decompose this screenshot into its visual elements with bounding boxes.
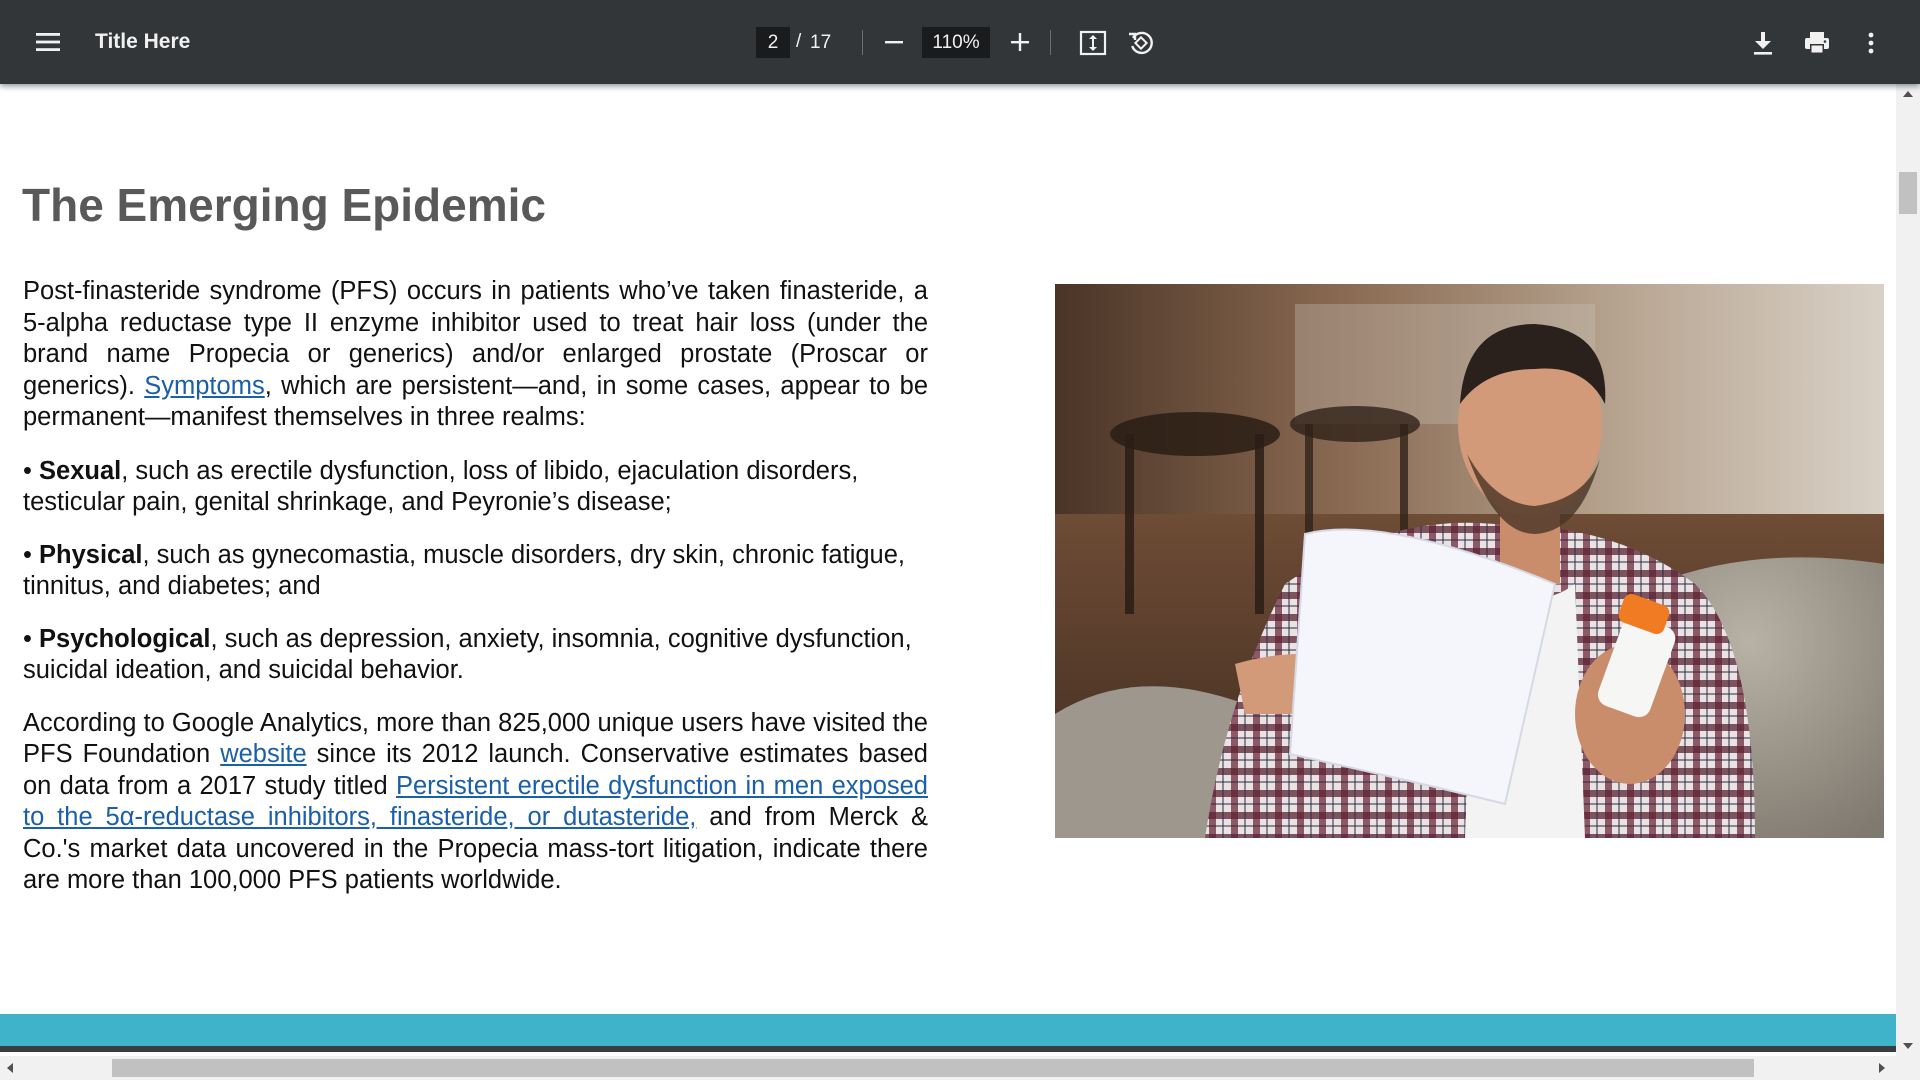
toolbar-divider: [1050, 30, 1051, 55]
symptoms-link[interactable]: Symptoms: [144, 372, 264, 400]
bullet-text: , such as gynecomastia, muscle disorders…: [23, 540, 905, 601]
page-heading: The Emerging Epidemic: [22, 179, 546, 231]
menu-button[interactable]: [28, 22, 68, 62]
website-link[interactable]: website: [220, 740, 306, 768]
toolbar-divider: [862, 30, 863, 55]
closing-paragraph: According to Google Analytics, more than…: [23, 708, 928, 897]
scroll-right-icon: [1879, 1063, 1885, 1073]
more-options-button[interactable]: [1852, 24, 1890, 62]
scroll-up-icon: [1903, 91, 1913, 97]
download-icon: [1754, 32, 1772, 55]
page-separator: /: [796, 31, 802, 52]
bullet-term: Psychological: [39, 624, 211, 653]
fit-to-page-icon: [1079, 30, 1107, 56]
zoom-in-icon: [1011, 33, 1029, 51]
page-edge: [0, 1046, 1896, 1052]
scroll-down-icon: [1903, 1043, 1913, 1049]
bullet-marker: •: [23, 540, 40, 569]
scroll-down-button[interactable]: [1896, 1036, 1920, 1056]
zoom-in-button[interactable]: [1002, 24, 1038, 60]
man-reading-document-photo: [1055, 284, 1884, 838]
photo-illustration: [1055, 284, 1884, 838]
page-total: 17: [810, 32, 832, 53]
rotate-icon: [1129, 31, 1153, 55]
list-item: • Psychological, such as depression, anx…: [23, 624, 928, 687]
zoom-out-button[interactable]: [876, 24, 912, 60]
bullet-term: Physical: [39, 540, 143, 569]
bullet-term: Sexual: [39, 456, 122, 485]
bullet-text: , such as erectile dysfunction, loss of …: [23, 456, 859, 517]
page-number-input[interactable]: [756, 27, 790, 58]
bullet-marker: •: [23, 624, 40, 653]
vertical-scrollbar[interactable]: [1896, 84, 1920, 1056]
bullet-marker: •: [23, 456, 40, 485]
list-item: • Sexual, such as erectile dysfunction, …: [23, 456, 928, 519]
zoom-level-input[interactable]: [922, 27, 990, 58]
list-item: • Physical, such as gynecomastia, muscle…: [23, 540, 928, 603]
scroll-up-button[interactable]: [1896, 84, 1920, 104]
intro-paragraph: Post-finasteride syndrome (PFS) occurs i…: [23, 276, 928, 434]
fit-to-page-button[interactable]: [1074, 24, 1112, 62]
scroll-left-icon: [7, 1063, 13, 1073]
pdf-page-view: The Emerging Epidemic Post-finasteride s…: [0, 84, 1896, 1056]
download-button[interactable]: [1744, 24, 1782, 62]
menu-icon: [36, 33, 60, 51]
horizontal-scrollbar[interactable]: [0, 1056, 1920, 1080]
print-button[interactable]: [1798, 24, 1836, 62]
scroll-right-button[interactable]: [1872, 1056, 1892, 1080]
more-vert-icon: [1868, 32, 1874, 54]
vertical-scroll-thumb[interactable]: [1899, 172, 1917, 214]
document-title: Title Here: [95, 30, 191, 53]
zoom-out-icon: [885, 41, 903, 44]
scroll-left-button[interactable]: [0, 1056, 20, 1080]
rotate-button[interactable]: [1122, 24, 1160, 62]
print-icon: [1805, 32, 1829, 53]
body-text-column: Post-finasteride syndrome (PFS) occurs i…: [23, 276, 928, 897]
pdf-toolbar: Title Here / 17: [0, 0, 1920, 84]
horizontal-scroll-thumb[interactable]: [112, 1059, 1754, 1077]
footer-band: [0, 1014, 1896, 1046]
